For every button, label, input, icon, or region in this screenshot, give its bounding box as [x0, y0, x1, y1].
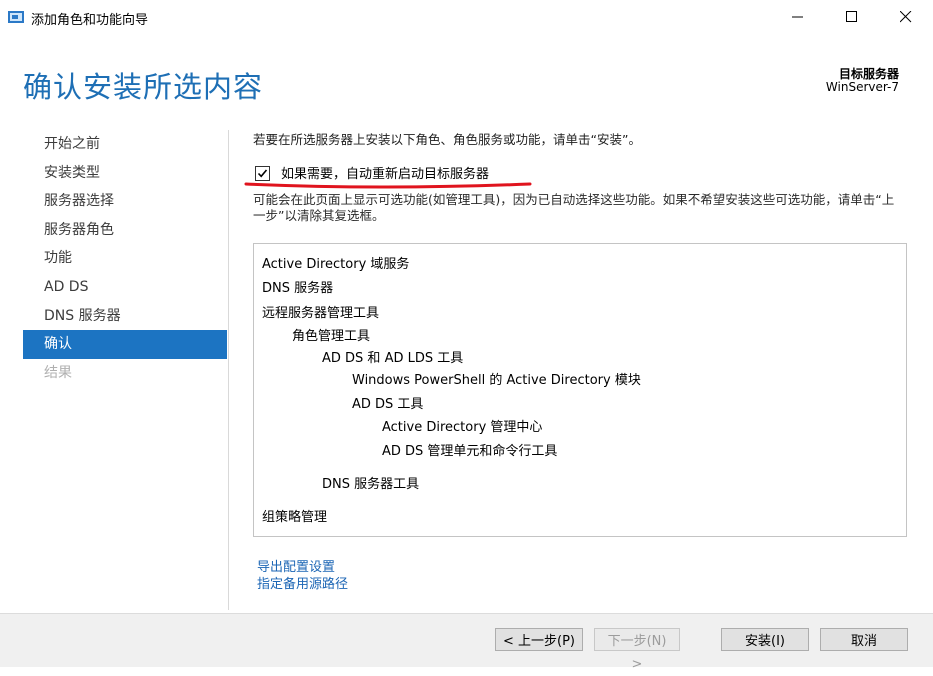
nav-item-confirmation[interactable]: 确认	[23, 330, 227, 359]
minimize-button[interactable]	[775, 0, 821, 34]
list-item: Active Directory 域服务	[262, 257, 410, 272]
nav-divider	[228, 130, 229, 610]
list-item: DNS 服务器	[262, 281, 334, 296]
nav-item-results: 结果	[44, 364, 72, 381]
nav-item-installation-type[interactable]: 安装类型	[23, 159, 227, 188]
wizard-nav: 开始之前 安装类型 服务器选择 服务器角色 功能 AD DS DNS 服务器 确…	[23, 130, 227, 387]
next-button: 下一步(N) >	[594, 628, 680, 672]
window-title: 添加角色和功能向导	[31, 13, 149, 28]
list-item: Windows PowerShell 的 Active Directory 模块	[352, 373, 641, 388]
list-item: DNS 服务器工具	[322, 477, 420, 492]
wizard-app-icon	[8, 10, 26, 24]
install-button[interactable]: 安装(I)	[721, 628, 809, 651]
optional-features-note: 可能会在此页面上显示可选功能(如管理工具)，因为已自动选择这些功能。如果不希望安…	[253, 192, 895, 223]
intro-text: 若要在所选服务器上安装以下角色、角色服务或功能，请单击“安装”。	[253, 132, 641, 147]
selection-list[interactable]: Active Directory 域服务 DNS 服务器 远程服务器管理工具 角…	[253, 243, 907, 537]
target-server-value: WinServer-7	[825, 80, 899, 94]
page-title: 确认安装所选内容	[23, 70, 264, 104]
red-underline-annotation	[244, 182, 532, 189]
list-item: AD DS 工具	[352, 397, 424, 412]
list-item: AD DS 管理单元和命令行工具	[382, 444, 558, 459]
list-item: Active Directory 管理中心	[382, 420, 543, 435]
nav-item-server-selection[interactable]: 服务器选择	[23, 187, 227, 216]
list-item: 远程服务器管理工具	[262, 306, 380, 321]
title-bar: 添加角色和功能向导	[0, 0, 933, 34]
wizard-footer: < 上一步(P) 下一步(N) > 安装(I) 取消	[0, 613, 933, 672]
cancel-button[interactable]: 取消	[820, 628, 908, 651]
close-button[interactable]	[883, 0, 929, 34]
nav-item-ad-ds[interactable]: AD DS	[23, 273, 227, 302]
previous-button[interactable]: < 上一步(P)	[495, 628, 583, 651]
alternate-source-path-link[interactable]: 指定备用源路径	[257, 573, 348, 592]
nav-item-features[interactable]: 功能	[23, 244, 227, 273]
maximize-button[interactable]	[829, 0, 875, 34]
list-item: 组策略管理	[262, 510, 328, 525]
nav-item-before-you-begin[interactable]: 开始之前	[23, 130, 227, 159]
nav-item-dns-server[interactable]: DNS 服务器	[23, 302, 227, 331]
list-item: AD DS 和 AD LDS 工具	[322, 351, 464, 366]
nav-item-server-roles[interactable]: 服务器角色	[23, 216, 227, 245]
list-item: 角色管理工具	[292, 329, 371, 344]
